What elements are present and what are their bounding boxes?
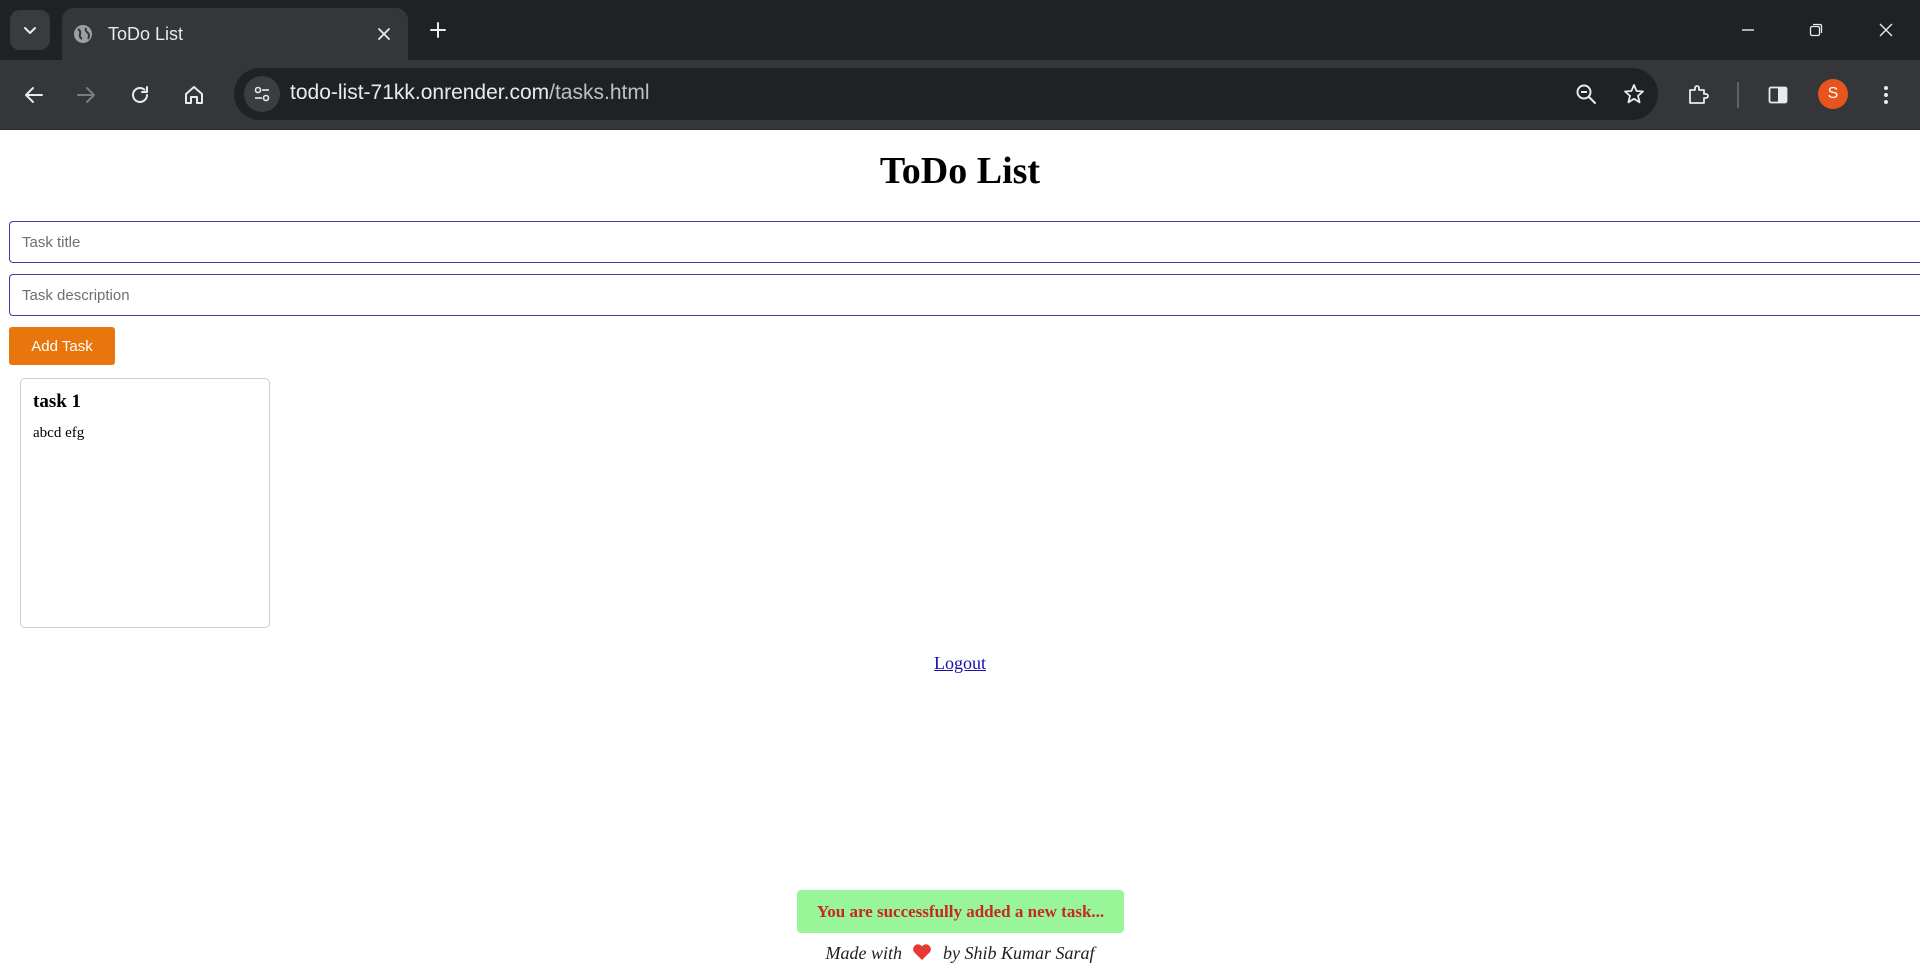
task-title-input[interactable]: [9, 221, 1920, 263]
side-panel-icon: [1768, 86, 1788, 104]
plus-icon: [430, 22, 446, 38]
profile-avatar[interactable]: S: [1818, 79, 1848, 109]
home-icon: [185, 86, 203, 104]
close-tab-icon[interactable]: [372, 22, 396, 46]
new-tab-button[interactable]: [424, 16, 452, 44]
menu-button[interactable]: [1868, 77, 1904, 113]
zoom-button[interactable]: [1570, 78, 1602, 110]
more-vertical-icon: [1884, 86, 1888, 104]
logout-link[interactable]: Logout: [934, 653, 986, 673]
reload-icon: [132, 86, 148, 103]
toolbar-divider: [1737, 82, 1739, 108]
add-task-button[interactable]: Add Task: [9, 327, 115, 365]
forward-button[interactable]: [68, 77, 104, 113]
restore-button[interactable]: [1800, 14, 1832, 46]
extensions-button[interactable]: [1680, 77, 1716, 113]
logout-container: Logout: [0, 653, 1920, 674]
site-info-button[interactable]: [244, 76, 280, 112]
page-content: ToDo List Add Task task 1 abcd efg Logou…: [0, 131, 1920, 964]
arrow-left-icon: [25, 87, 43, 103]
url-path: /tasks.html: [549, 81, 650, 104]
heart-icon: [912, 943, 932, 966]
globe-icon: [72, 23, 94, 45]
address-bar[interactable]: todo-list-71kk.onrender.com/tasks.html: [234, 68, 1658, 120]
chevron-down-icon: [24, 27, 36, 34]
restore-icon: [1809, 23, 1823, 37]
close-icon: [1879, 23, 1893, 37]
success-toast: You are successfully added a new task...: [797, 890, 1124, 933]
footer-author: by Shib Kumar Saraf: [942, 943, 1095, 963]
minimize-icon: [1742, 29, 1754, 31]
minimize-button[interactable]: [1732, 14, 1764, 46]
arrow-right-icon: [77, 87, 95, 103]
task-title: task 1: [33, 391, 82, 412]
tune-icon: [254, 86, 270, 102]
star-icon: [1624, 84, 1644, 104]
bookmark-button[interactable]: [1618, 78, 1650, 110]
puzzle-icon: [1689, 85, 1709, 104]
home-button[interactable]: [176, 77, 212, 113]
browser-toolbar: todo-list-71kk.onrender.com/tasks.html S: [0, 60, 1920, 130]
footer: Made with by Shib Kumar Saraf: [0, 943, 1920, 966]
back-button[interactable]: [16, 77, 52, 113]
tab-search-button[interactable]: [10, 10, 50, 50]
tab-title: ToDo List: [108, 23, 184, 44]
zoom-out-icon: [1576, 84, 1596, 104]
footer-prefix: Made with: [825, 943, 902, 963]
url-domain: todo-list-71kk.onrender.com: [290, 81, 550, 104]
page-title: ToDo List: [879, 150, 1041, 192]
close-window-button[interactable]: [1870, 14, 1902, 46]
task-card[interactable]: task 1 abcd efg: [20, 378, 270, 628]
task-description: abcd efg: [33, 425, 85, 441]
task-description-input[interactable]: [9, 274, 1920, 316]
browser-tab-active[interactable]: ToDo List: [62, 8, 408, 60]
reload-button[interactable]: [122, 77, 158, 113]
side-panel-button[interactable]: [1760, 77, 1796, 113]
url-text: todo-list-71kk.onrender.com/tasks.html: [290, 81, 650, 105]
browser-tab-bar: ToDo List: [0, 0, 1920, 60]
